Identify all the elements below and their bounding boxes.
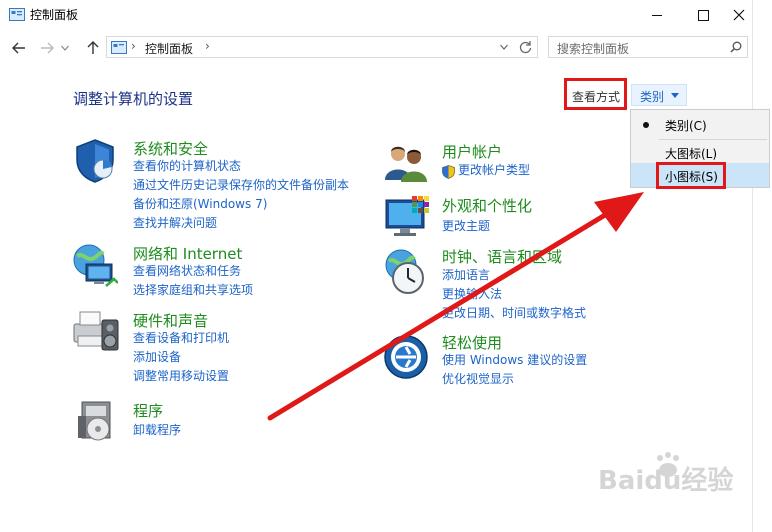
page-title: 调整计算机的设置 [73, 90, 194, 108]
clock-region-links: 添加语言 更换输入法 更改日期、时间或数字格式 [442, 266, 586, 323]
control-panel-small-icon [111, 41, 127, 54]
link-file-history[interactable]: 通过文件历史记录保存你的文件备份副本 [133, 176, 349, 195]
category-title-user-accounts[interactable]: 用户帐户 [442, 141, 502, 162]
address-dropdown-icon[interactable] [500, 44, 508, 50]
link-change-input-method[interactable]: 更换输入法 [442, 285, 586, 304]
close-icon [733, 9, 745, 21]
view-mode-value: 类别 [640, 90, 665, 104]
back-arrow-icon [12, 42, 25, 54]
link-recommended-settings[interactable]: 使用 Windows 建议的设置 [442, 351, 587, 370]
title-bar: 控制面板 [0, 0, 772, 30]
ease-of-access-icon[interactable] [383, 334, 429, 380]
link-homegroup-sharing[interactable]: 选择家庭组和共享选项 [133, 281, 253, 300]
category-title-programs[interactable]: 程序 [133, 400, 163, 421]
link-optimize-display[interactable]: 优化视觉显示 [442, 370, 587, 389]
uac-shield-icon [442, 165, 455, 179]
close-button[interactable] [716, 0, 762, 30]
search-placeholder: 搜索控制面板 [557, 42, 630, 56]
link-change-account-type[interactable]: 更改帐户类型 [458, 161, 530, 180]
window-title: 控制面板 [30, 8, 79, 22]
system-security-icon[interactable] [72, 138, 118, 184]
up-arrow-icon [87, 41, 99, 54]
ease-of-access-links: 使用 Windows 建议的设置 优化视觉显示 [442, 351, 587, 389]
forward-arrow-icon [41, 42, 54, 54]
small-icons-annotation-box [656, 162, 726, 189]
link-change-date-format[interactable]: 更改日期、时间或数字格式 [442, 304, 586, 323]
hardware-sound-icon[interactable] [72, 306, 120, 352]
menu-item-label: 大图标(L) [665, 147, 718, 161]
network-icon[interactable] [72, 242, 118, 288]
refresh-icon[interactable] [519, 40, 532, 54]
category-title-appearance[interactable]: 外观和个性化 [442, 195, 532, 216]
network-links: 查看网络状态和任务 选择家庭组和共享选项 [133, 262, 253, 300]
breadcrumb-separator-icon: › [131, 39, 136, 53]
back-button[interactable] [8, 38, 30, 58]
address-bar[interactable]: › 控制面板 › [106, 36, 538, 58]
link-backup-restore[interactable]: 备份和还原(Windows 7) [133, 195, 349, 214]
menu-item-large-icons[interactable]: 大图标(L) [631, 140, 769, 164]
breadcrumb-chevron-icon[interactable]: › [205, 39, 210, 53]
menu-item-category[interactable]: 类别(C) [631, 112, 769, 136]
view-by-label: 查看方式 [572, 90, 621, 104]
forward-button[interactable] [36, 38, 58, 58]
user-accounts-icon[interactable] [383, 142, 429, 184]
maximize-icon [697, 9, 709, 21]
link-troubleshoot[interactable]: 查找并解决问题 [133, 214, 349, 233]
chevron-down-icon [671, 93, 679, 98]
up-button[interactable] [82, 38, 104, 58]
link-devices-printers[interactable]: 查看设备和打印机 [133, 329, 229, 348]
link-mobility-settings[interactable]: 调整常用移动设置 [133, 367, 229, 386]
view-mode-dropdown[interactable]: 类别 [631, 84, 687, 106]
recent-locations-button[interactable] [58, 38, 72, 58]
link-add-device[interactable]: 添加设备 [133, 348, 229, 367]
watermark-text: Baidu经验 [598, 466, 734, 496]
category-title-ease-of-access[interactable]: 轻松使用 [442, 332, 502, 353]
link-add-language[interactable]: 添加语言 [442, 266, 586, 285]
minimize-button[interactable] [634, 0, 680, 30]
minimize-icon [652, 14, 662, 16]
search-input[interactable]: 搜索控制面板 [548, 36, 748, 58]
category-title-system-security[interactable]: 系统和安全 [133, 138, 208, 159]
window-edge [752, 0, 753, 532]
link-change-theme[interactable]: 更改主题 [442, 217, 490, 236]
clock-region-icon[interactable] [381, 248, 429, 296]
category-title-network[interactable]: 网络和 Internet [133, 243, 242, 264]
hardware-sound-links: 查看设备和打印机 添加设备 调整常用移动设置 [133, 329, 229, 386]
link-uninstall-program[interactable]: 卸载程序 [133, 421, 181, 440]
chevron-down-icon [61, 45, 69, 51]
category-title-hardware-sound[interactable]: 硬件和声音 [133, 310, 208, 331]
system-security-links: 查看你的计算机状态 通过文件历史记录保存你的文件备份副本 备份和还原(Windo… [133, 157, 349, 233]
breadcrumb-control-panel[interactable]: 控制面板 [145, 40, 193, 57]
search-icon[interactable] [730, 41, 742, 53]
programs-icon[interactable] [76, 398, 118, 444]
baidu-watermark-logo: Baidu经验 [598, 446, 748, 496]
appearance-icon[interactable] [384, 194, 432, 240]
link-view-computer-status[interactable]: 查看你的计算机状态 [133, 157, 349, 176]
control-panel-app-icon [9, 8, 25, 21]
menu-item-label: 类别(C) [665, 119, 707, 133]
category-title-clock-region[interactable]: 时钟、语言和区域 [442, 246, 562, 267]
link-network-status[interactable]: 查看网络状态和任务 [133, 262, 253, 281]
selected-bullet-icon [643, 122, 649, 128]
programs-links: 卸载程序 [133, 421, 181, 440]
